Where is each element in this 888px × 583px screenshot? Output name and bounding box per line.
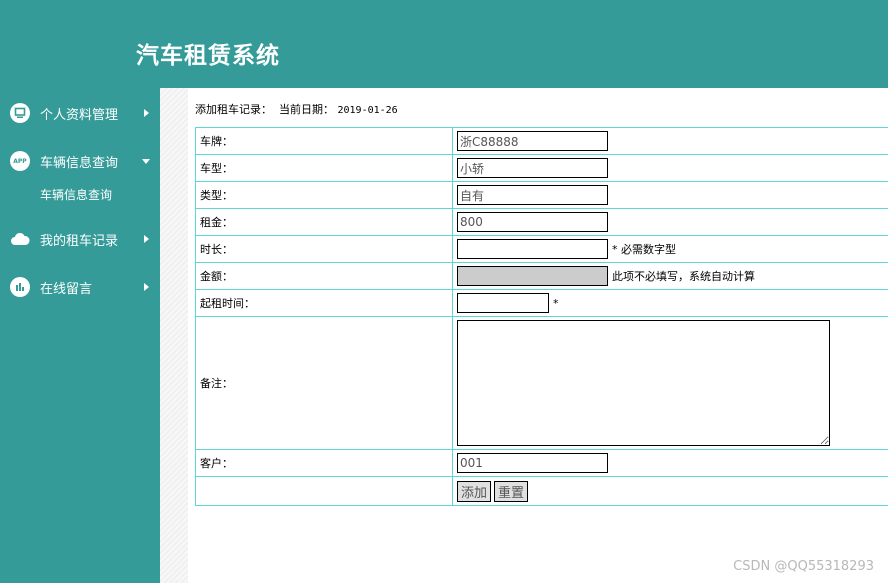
- sidebar-item-rental-records[interactable]: 我的租车记录: [0, 225, 160, 253]
- app-icon-text: APP: [13, 157, 27, 165]
- model-input[interactable]: [457, 158, 608, 178]
- sidebar-item-label: 车辆信息查询: [40, 155, 119, 171]
- sidebar-subitem-vehicle-query[interactable]: 车辆信息查询: [40, 186, 112, 203]
- app-icon: APP: [10, 151, 30, 171]
- form-heading: 添加租车记录： 当前日期： 2019-01-26: [195, 101, 398, 117]
- model-label: 车型：: [195, 154, 453, 182]
- rent-input[interactable]: [457, 212, 608, 232]
- sidebar-item-profile[interactable]: 个人资料管理: [0, 99, 160, 127]
- type-input[interactable]: [457, 185, 608, 205]
- customer-input[interactable]: [457, 453, 608, 473]
- main-content: 添加租车记录： 当前日期： 2019-01-26 车牌： 车型： 类型： 租金：…: [188, 88, 888, 583]
- sidebar-item-label: 我的租车记录: [40, 233, 119, 249]
- header-bar: 汽车租赁系统: [0, 0, 888, 88]
- amount-input: [457, 266, 608, 286]
- customer-label: 客户：: [195, 449, 453, 477]
- sidebar-item-vehicle-query[interactable]: APP 车辆信息查询: [0, 147, 160, 175]
- content-gutter: [160, 88, 188, 583]
- amount-label: 金额：: [195, 262, 453, 290]
- current-date: 2019-01-26: [337, 105, 398, 116]
- sidebar: 个人资料管理 APP 车辆信息查询 车辆信息查询 我的租车记录 在线留言: [0, 88, 160, 583]
- amount-cell: 此项不必填写，系统自动计算: [452, 262, 888, 290]
- form-row-model: 车型：: [195, 154, 888, 182]
- form-row-remark: 备注：: [195, 316, 888, 450]
- form-row-actions: 添加 重置: [195, 476, 888, 506]
- sidebar-item-label: 在线留言: [40, 281, 93, 297]
- rental-form-table: 车牌： 车型： 类型： 租金： 时长： * 必需数字型 金额： 此项不必填写，系…: [195, 127, 888, 506]
- model-cell: [452, 154, 888, 182]
- start-time-required-mark: *: [553, 296, 559, 310]
- duration-input[interactable]: [457, 239, 608, 259]
- start-time-cell: *: [452, 289, 888, 317]
- form-title: 添加租车记录： 当前日期：: [195, 103, 334, 116]
- form-row-duration: 时长： * 必需数字型: [195, 235, 888, 263]
- watermark: CSDN @QQ55318293: [733, 559, 874, 574]
- remark-textarea[interactable]: [457, 320, 830, 446]
- chevron-right-icon: [144, 109, 149, 117]
- actions-cell: 添加 重置: [452, 476, 888, 506]
- amount-hint: 此项不必填写，系统自动计算: [612, 270, 755, 283]
- start-time-label: 起租时间：: [195, 289, 453, 317]
- cloud-icon: [10, 229, 30, 249]
- form-row-rent: 租金：: [195, 208, 888, 236]
- rent-label: 租金：: [195, 208, 453, 236]
- plate-label: 车牌：: [195, 127, 453, 155]
- chevron-down-icon: [142, 158, 150, 164]
- chevron-right-icon: [144, 283, 149, 291]
- monitor-icon: [10, 103, 30, 123]
- plate-cell: [452, 127, 888, 155]
- type-cell: [452, 181, 888, 209]
- duration-label: 时长：: [195, 235, 453, 263]
- duration-cell: * 必需数字型: [452, 235, 888, 263]
- plate-input[interactable]: [457, 131, 608, 151]
- sidebar-item-messages[interactable]: 在线留言: [0, 273, 160, 301]
- form-row-type: 类型：: [195, 181, 888, 209]
- form-row-amount: 金额： 此项不必填写，系统自动计算: [195, 262, 888, 290]
- form-row-start-time: 起租时间： *: [195, 289, 888, 317]
- rent-cell: [452, 208, 888, 236]
- actions-label-cell: [195, 476, 453, 506]
- duration-hint: * 必需数字型: [612, 243, 676, 256]
- add-button[interactable]: 添加: [457, 480, 492, 502]
- form-row-plate: 车牌：: [195, 127, 888, 155]
- form-row-customer: 客户：: [195, 449, 888, 477]
- type-label: 类型：: [195, 181, 453, 209]
- sidebar-item-label: 个人资料管理: [40, 107, 119, 123]
- customer-cell: [452, 449, 888, 477]
- start-time-input[interactable]: [457, 293, 549, 313]
- remark-cell: [452, 316, 888, 450]
- chevron-right-icon: [144, 235, 149, 243]
- reset-button[interactable]: 重置: [494, 480, 529, 502]
- remark-label: 备注：: [195, 316, 453, 450]
- bar-chart-icon: [10, 277, 30, 297]
- app-title: 汽车租赁系统: [136, 42, 280, 69]
